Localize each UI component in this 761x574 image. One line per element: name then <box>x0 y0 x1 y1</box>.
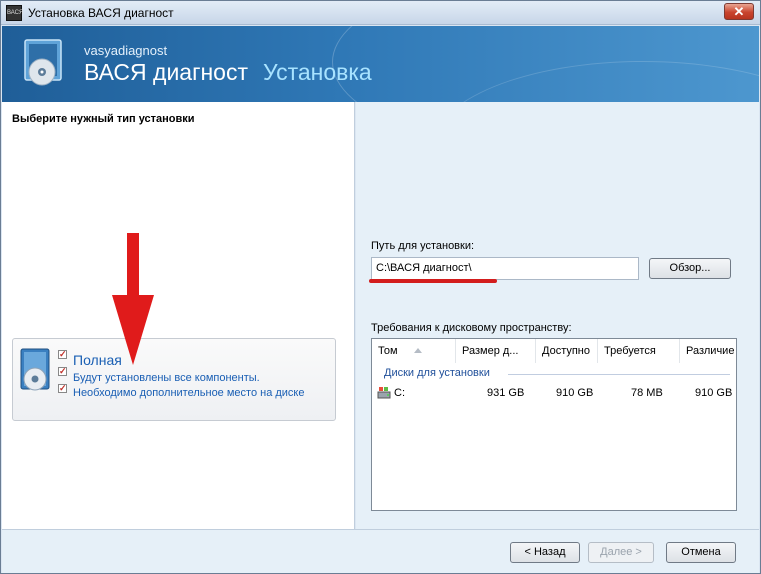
component-checkbox-1[interactable]: ✓ <box>58 350 67 359</box>
row-volume: C: <box>394 387 405 399</box>
group-divider <box>508 374 730 375</box>
footer-bar: < Назад Далее > Отмена <box>2 529 759 573</box>
header-banner: vasyadiagnost ВАСЯ диагност Установка <box>2 26 759 102</box>
red-arrow-annotation-icon <box>112 233 154 365</box>
column-header-available[interactable]: Доступно <box>536 339 598 363</box>
row-required: 78 MB <box>631 387 663 399</box>
column-header-volume[interactable]: Том <box>372 339 456 363</box>
next-button[interactable]: Далее > <box>588 542 654 563</box>
title-bar: ВАСЯ Установка ВАСЯ диагност ✕ <box>1 1 760 25</box>
app-icon: ВАСЯ <box>6 5 23 21</box>
option-description-line2: Необходимо дополнительное место на диске <box>73 387 305 399</box>
back-button[interactable]: < Назад <box>510 542 580 563</box>
install-type-pane: Выберите нужный тип установки ✓ ✓ ✓ Полн… <box>2 102 355 529</box>
full-install-option[interactable]: ✓ ✓ ✓ Полная Будут установлены все компо… <box>12 338 336 421</box>
option-description-line1: Будут установлены все компоненты. <box>73 372 260 384</box>
install-path-input[interactable]: C:\ВАСЯ диагност\ <box>371 257 639 280</box>
product-logo-icon <box>24 39 62 86</box>
installer-window: ВАСЯ Установка ВАСЯ диагност ✕ vasyadiag… <box>0 0 761 574</box>
component-checkbox-3[interactable]: ✓ <box>58 384 67 393</box>
install-path-label: Путь для установки: <box>371 240 475 252</box>
close-button[interactable]: ✕ <box>724 3 754 20</box>
disk-space-table: Том Размер д... Доступно Требуется Разли… <box>371 338 737 511</box>
row-difference: 910 GB <box>695 387 733 399</box>
disk-group-label: Диски для установки <box>384 367 490 379</box>
column-header-required[interactable]: Требуется <box>598 339 680 363</box>
sort-ascending-icon <box>414 348 422 353</box>
red-underline-annotation <box>369 279 497 283</box>
company-name: vasyadiagnost <box>84 43 168 58</box>
browse-button[interactable]: Обзор... <box>649 258 731 279</box>
hard-drive-icon <box>377 387 391 399</box>
product-name: ВАСЯ диагност <box>84 59 248 85</box>
cancel-button[interactable]: Отмена <box>666 542 736 563</box>
window-title: Установка ВАСЯ диагност <box>28 6 174 20</box>
install-path-pane: Путь для установки: C:\ВАСЯ диагност\ Об… <box>356 102 759 529</box>
install-package-icon <box>20 348 50 391</box>
column-header-difference[interactable]: Различие <box>680 339 736 363</box>
component-checkbox-2[interactable]: ✓ <box>58 367 67 376</box>
install-type-heading: Выберите нужный тип установки <box>12 113 195 125</box>
row-available: 910 GB <box>556 387 594 399</box>
disk-requirements-label: Требования к дисковому пространству: <box>371 322 572 334</box>
banner-subtitle: Установка <box>263 59 372 85</box>
row-size: 931 GB <box>487 387 525 399</box>
column-header-size[interactable]: Размер д... <box>456 339 536 363</box>
